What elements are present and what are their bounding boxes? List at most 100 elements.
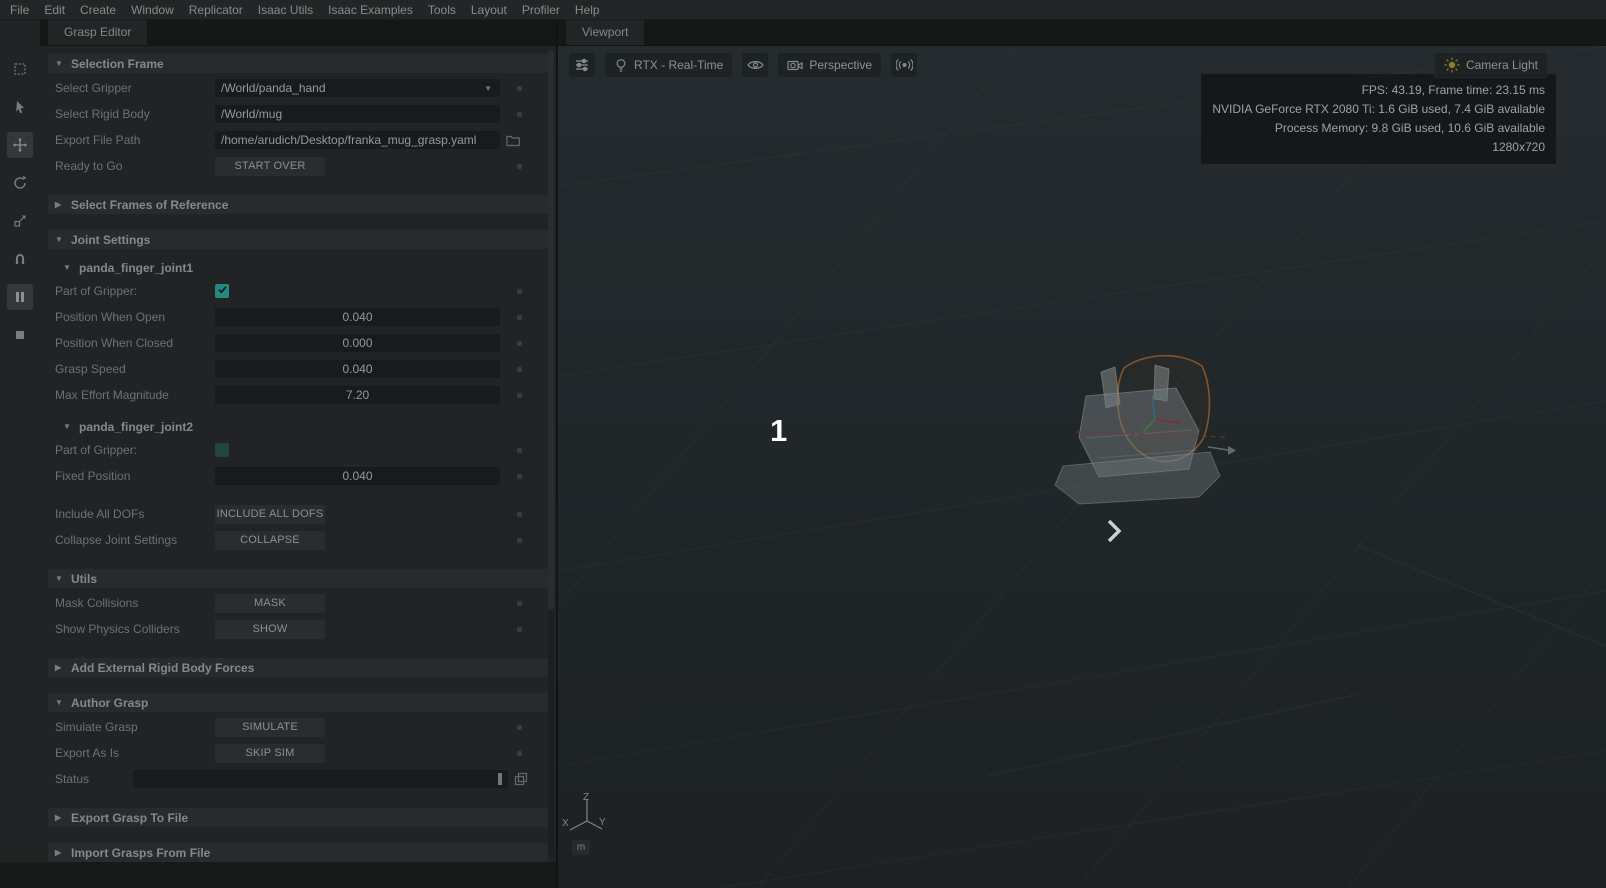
row-show-physics-colliders: Show Physics Colliders SHOW — [40, 616, 556, 642]
joint1-part-of-gripper-checkbox[interactable] — [215, 284, 229, 298]
position-when-closed-input[interactable]: 0.000 — [215, 334, 500, 352]
copy-icon[interactable] — [514, 772, 528, 786]
fixed-position-input[interactable]: 0.040 — [215, 467, 500, 485]
collapse-button[interactable]: COLLAPSE — [215, 531, 325, 550]
section-title: Author Grasp — [71, 696, 148, 710]
select-rigid-body-input[interactable]: /World/mug — [215, 105, 500, 123]
camera-light-button[interactable]: Camera Light — [1434, 52, 1548, 78]
annotation-chevron — [1104, 517, 1124, 550]
snap-tool-button[interactable] — [7, 246, 33, 272]
mask-button[interactable]: MASK — [215, 594, 325, 613]
export-file-path-value: /home/arudich/Desktop/franka_mug_grasp.y… — [221, 133, 476, 147]
stop-tool-button[interactable] — [7, 322, 33, 348]
folder-icon[interactable] — [506, 134, 521, 147]
audio-emitter-button[interactable] — [890, 52, 918, 78]
fixed-position-value: 0.040 — [342, 469, 372, 483]
row-grasp-speed: Grasp Speed 0.040 — [40, 356, 556, 382]
move-tool-button[interactable] — [7, 132, 33, 158]
collapse-joint-settings-label: Collapse Joint Settings — [55, 533, 215, 547]
grasp-speed-input[interactable]: 0.040 — [215, 360, 500, 378]
tab-grasp-editor[interactable]: Grasp Editor — [48, 19, 147, 45]
include-all-dofs-button[interactable]: INCLUDE ALL DOFS — [215, 505, 325, 524]
menu-isaac-utils[interactable]: Isaac Utils — [258, 3, 313, 17]
unit-selector[interactable]: m — [572, 840, 590, 855]
property-dot — [517, 164, 522, 169]
menu-window[interactable]: Window — [131, 3, 174, 17]
simulate-button[interactable]: SIMULATE — [215, 718, 325, 737]
section-utils[interactable]: ▼ Utils — [48, 569, 548, 588]
menu-layout[interactable]: Layout — [471, 3, 507, 17]
section-joint-settings[interactable]: ▼ Joint Settings — [48, 230, 548, 249]
render-settings-button[interactable] — [568, 52, 596, 78]
triangle-collapsed-icon: ▶ — [55, 200, 64, 209]
menu-edit[interactable]: Edit — [44, 3, 65, 17]
pause-icon — [12, 289, 28, 305]
triangle-expanded-icon: ▼ — [55, 574, 64, 583]
section-select-frames[interactable]: ▶ Select Frames of Reference — [48, 195, 548, 214]
menu-file[interactable]: File — [10, 3, 29, 17]
section-title: Import Grasps From File — [71, 846, 210, 860]
menu-isaac-examples[interactable]: Isaac Examples — [328, 3, 413, 17]
max-effort-input[interactable]: 7.20 — [215, 386, 500, 404]
part-of-gripper-label: Part of Gripper: — [55, 443, 215, 457]
pause-tool-button[interactable] — [7, 284, 33, 310]
start-over-button[interactable]: START OVER — [215, 157, 325, 176]
axis-gizmo-lines — [570, 799, 602, 830]
scrollbar-thumb[interactable] — [548, 50, 554, 610]
row-position-when-closed: Position When Closed 0.000 — [40, 330, 556, 356]
app-window: File Edit Create Window Replicator Isaac… — [0, 0, 1606, 888]
menu-help[interactable]: Help — [575, 3, 600, 17]
select-tool-button[interactable] — [7, 56, 33, 82]
menu-replicator[interactable]: Replicator — [189, 3, 243, 17]
show-button[interactable]: SHOW — [215, 620, 325, 639]
menubar: File Edit Create Window Replicator Isaac… — [0, 0, 1606, 20]
camera-selector[interactable]: Perspective — [777, 52, 882, 78]
subsection-joint2[interactable]: ▼ panda_finger_joint2 — [63, 418, 548, 435]
joint2-part-of-gripper-checkbox[interactable] — [215, 443, 229, 457]
section-title: Select Frames of Reference — [71, 198, 228, 212]
section-external-forces[interactable]: ▶ Add External Rigid Body Forces — [48, 658, 548, 677]
export-file-path-label: Export File Path — [55, 133, 215, 147]
property-dot — [517, 601, 522, 606]
select-gripper-dropdown[interactable]: /World/panda_hand ▼ — [215, 79, 500, 97]
menu-create[interactable]: Create — [80, 3, 116, 17]
export-file-path-input[interactable]: /home/arudich/Desktop/franka_mug_grasp.y… — [215, 131, 500, 149]
fixed-position-label: Fixed Position — [55, 469, 215, 483]
renderer-selector[interactable]: RTX - Real-Time — [604, 52, 733, 78]
row-collapse-joint-settings: Collapse Joint Settings COLLAPSE — [40, 527, 556, 553]
section-export-grasp[interactable]: ▶ Export Grasp To File — [48, 808, 548, 827]
stats-resolution: 1280x720 — [1212, 138, 1545, 157]
simulate-grasp-label: Simulate Grasp — [55, 720, 215, 734]
axis-y-label: Y — [599, 817, 606, 828]
grasp-editor-panel: ▼ Selection Frame Select Gripper /World/… — [40, 46, 556, 862]
position-when-open-input[interactable]: 0.040 — [215, 308, 500, 326]
left-toolbar — [0, 20, 40, 888]
visibility-button[interactable] — [741, 52, 769, 78]
section-selection-frame[interactable]: ▼ Selection Frame — [48, 54, 548, 73]
viewport-scene — [558, 46, 1606, 888]
subsection-joint1[interactable]: ▼ panda_finger_joint1 — [63, 259, 548, 276]
snap-icon — [12, 251, 28, 267]
grasp-speed-value: 0.040 — [342, 362, 372, 376]
tab-viewport[interactable]: Viewport — [566, 19, 644, 45]
menu-tools[interactable]: Tools — [428, 3, 456, 17]
rotate-tool-button[interactable] — [7, 170, 33, 196]
lightbulb-icon — [614, 58, 628, 73]
row-joint1-part-of-gripper: Part of Gripper: — [40, 278, 556, 304]
property-dot — [517, 474, 522, 479]
ready-to-go-label: Ready to Go — [55, 159, 215, 173]
stop-icon — [12, 327, 28, 343]
move-icon — [12, 137, 28, 153]
section-author-grasp[interactable]: ▼ Author Grasp — [48, 693, 548, 712]
viewport-canvas[interactable]: RTX - Real-Time Perspective — [558, 46, 1606, 888]
pointer-tool-button[interactable] — [7, 94, 33, 120]
section-import-grasps[interactable]: ▶ Import Grasps From File — [48, 843, 548, 862]
menu-profiler[interactable]: Profiler — [522, 3, 560, 17]
skip-sim-button[interactable]: SKIP SIM — [215, 744, 325, 763]
panel-scrollbar[interactable] — [548, 50, 554, 856]
panel-bottom-strip — [0, 862, 556, 888]
row-status: Status — [40, 766, 556, 792]
scale-tool-button[interactable] — [7, 208, 33, 234]
property-dot — [517, 367, 522, 372]
property-dot — [517, 341, 522, 346]
